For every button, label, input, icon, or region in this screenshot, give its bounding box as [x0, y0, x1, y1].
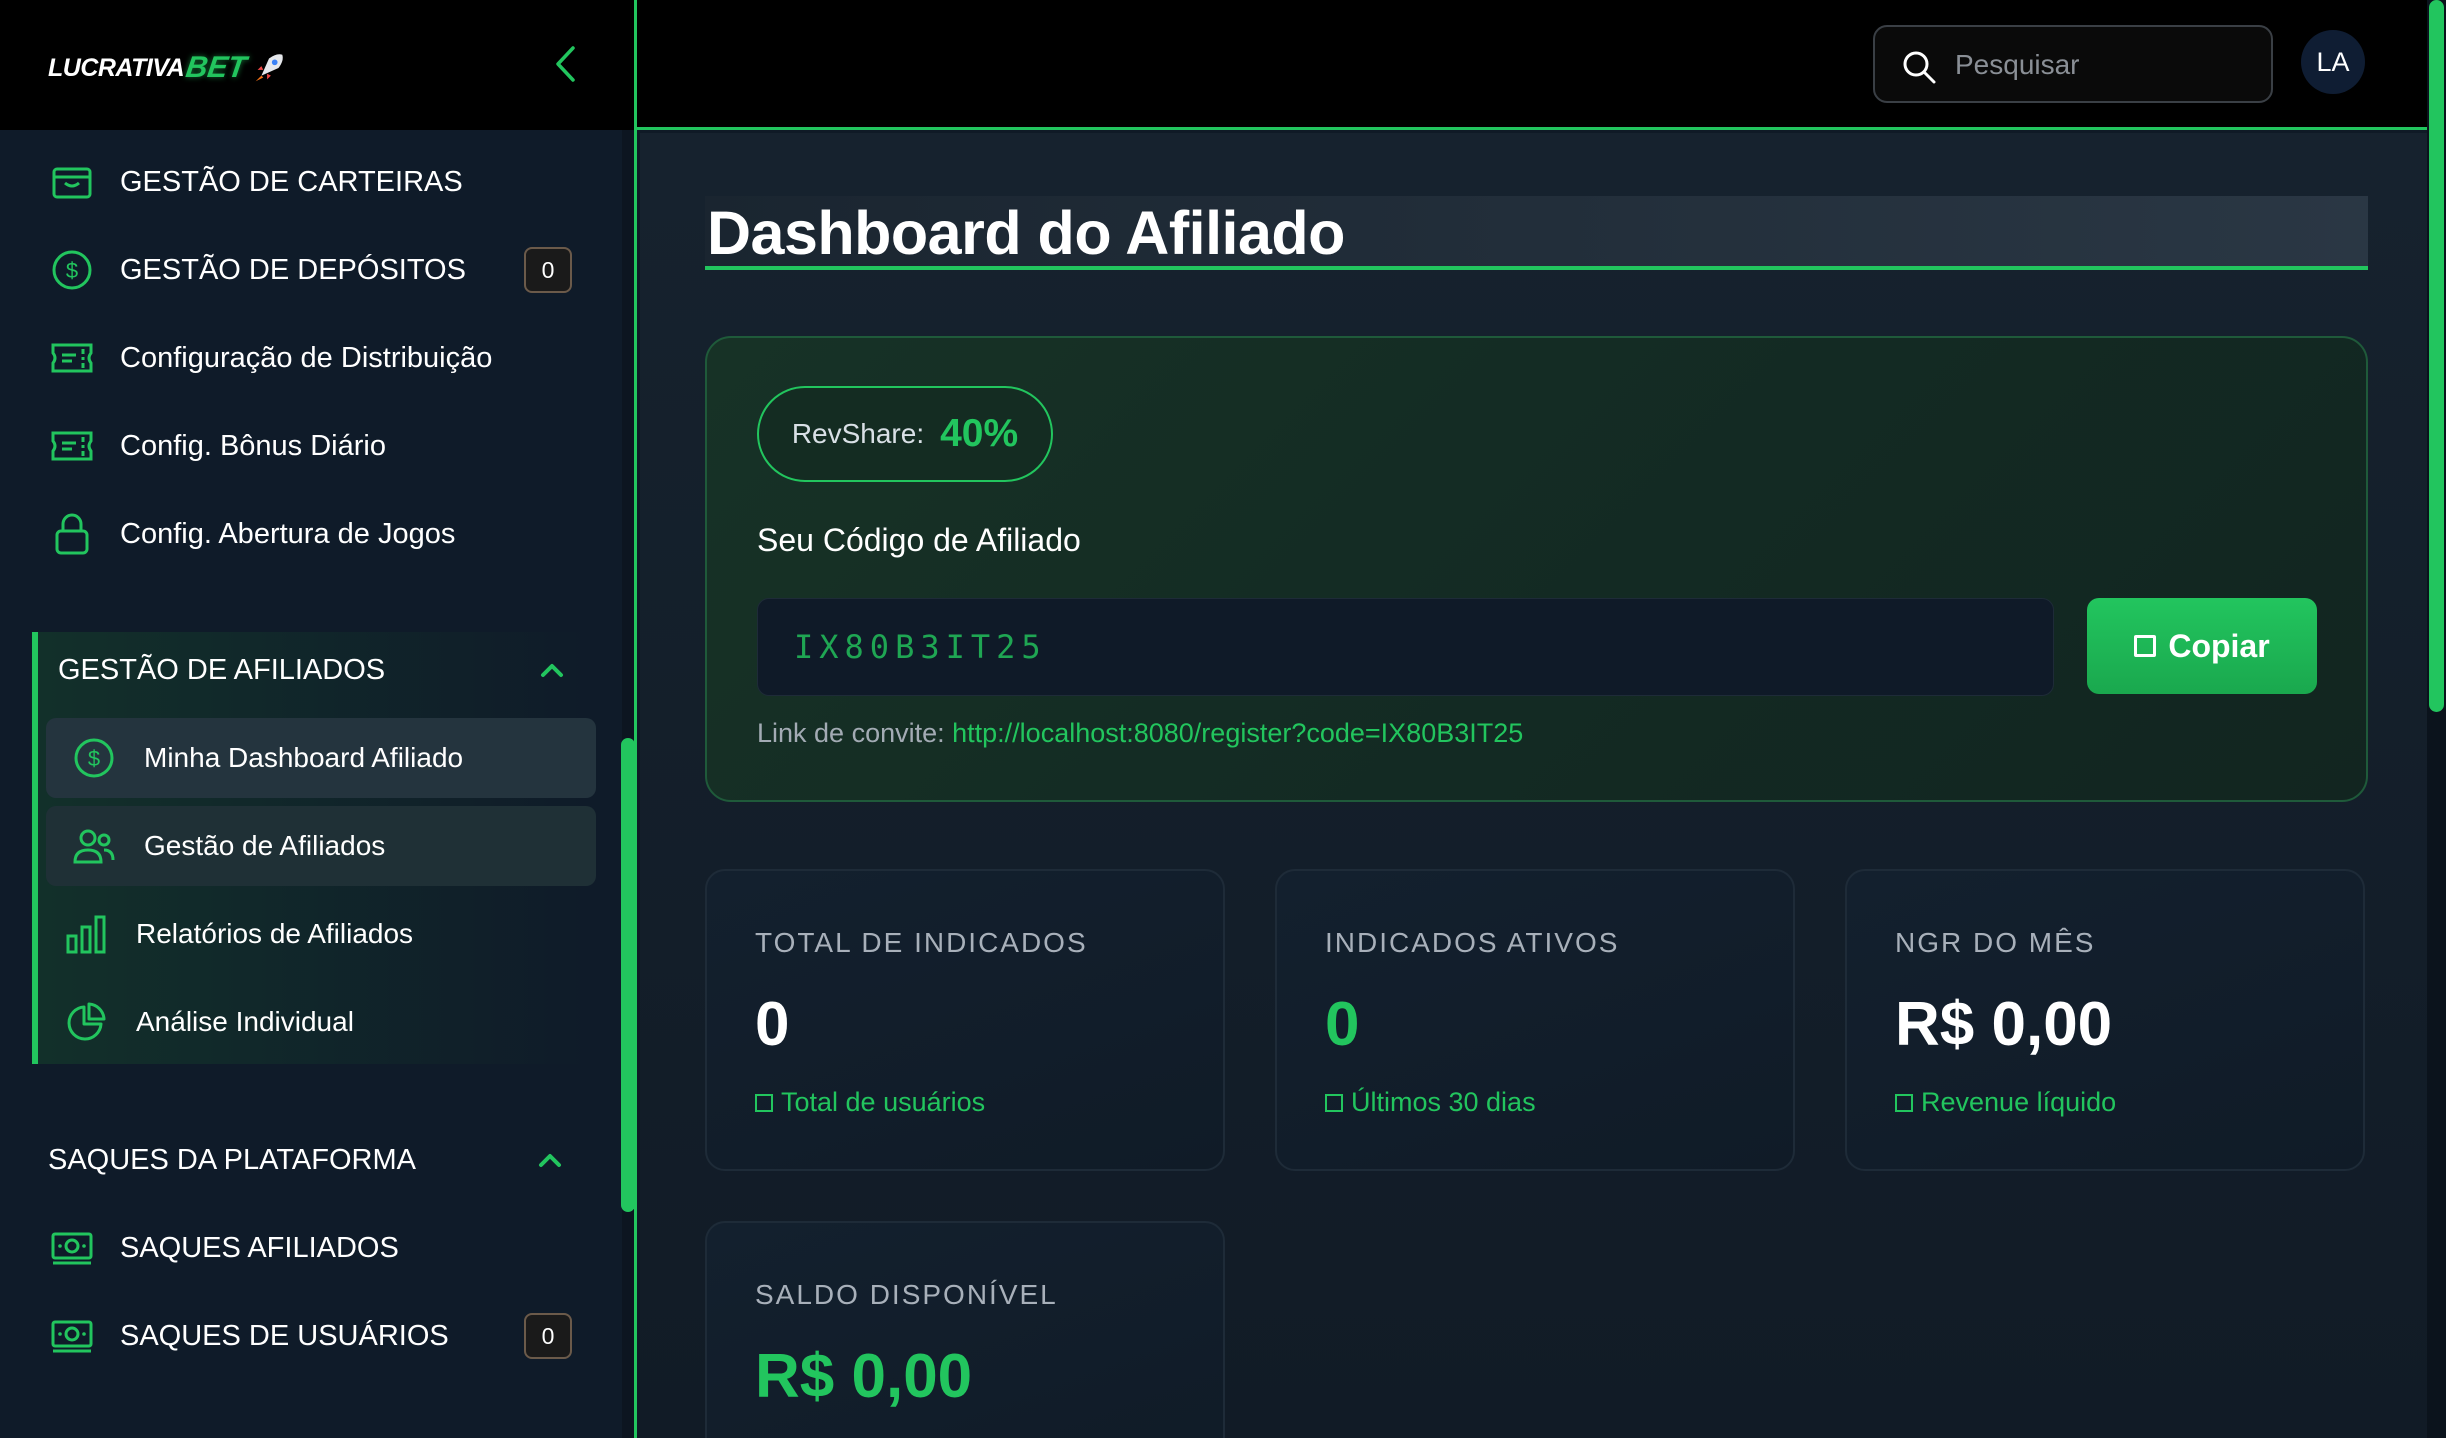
- sidebar-item-label: Análise Individual: [136, 1006, 354, 1037]
- stat-subtitle-text: Total de usuários: [781, 1087, 986, 1117]
- affiliates-group-header[interactable]: GESTÃO DE AFILIADOS: [38, 632, 588, 708]
- stat-card-total-indicados: TOTAL DE INDICADOS 0 Total de usuários: [705, 869, 1225, 1171]
- sidebar-item-gestao-afiliados[interactable]: Gestão de Afiliados: [46, 806, 596, 886]
- dollar-circle-icon: $: [72, 736, 116, 780]
- square-icon: [1325, 1093, 1343, 1112]
- stat-card-ngr-mes: NGR DO MÊS R$ 0,00 Revenue líquido: [1845, 869, 2365, 1171]
- stat-value: R$ 0,00: [1895, 990, 2113, 1059]
- affiliates-group: GESTÃO DE AFILIADOS $ Minha Dashboard Af…: [32, 632, 596, 1064]
- search-input[interactable]: [1955, 45, 2255, 85]
- invite-link[interactable]: http://localhost:8080/register?code=IX80…: [952, 718, 1523, 748]
- revshare-label: RevShare:: [791, 418, 925, 449]
- sidebar-item-label: Minha Dashboard Afiliado: [144, 742, 464, 773]
- sidebar-item-relatorios[interactable]: Relatórios de Afiliados: [46, 894, 596, 974]
- sidebar: LUCRATIVA BET GESTÃO DE CARTEIRAS $ GEST…: [0, 0, 637, 1438]
- stat-subtitle-text: Revenue líquido: [1921, 1087, 2117, 1117]
- sidebar-item-label: Configuração de Distribuição: [120, 341, 493, 374]
- sidebar-item-distribuicao[interactable]: Configuração de Distribuição: [0, 314, 600, 402]
- svg-text:$: $: [88, 746, 100, 771]
- chevron-up-icon: [539, 1154, 561, 1167]
- sidebar-item-depositos[interactable]: $ GESTÃO DE DEPÓSITOS 0: [0, 226, 600, 314]
- dollar-circle-icon: $: [50, 248, 94, 292]
- sidebar-item-saques-usuarios[interactable]: SAQUES DE USUÁRIOS 0: [0, 1292, 600, 1380]
- sidebar-item-label: SAQUES AFILIADOS: [120, 1231, 399, 1264]
- rocket-icon: [255, 54, 284, 82]
- withdrawals-section-title: SAQUES DA PLATAFORMA: [48, 1143, 416, 1176]
- affiliate-code-label: Seu Código de Afiliado: [757, 522, 1081, 558]
- sidebar-item-abertura-jogos[interactable]: Config. Abertura de Jogos: [0, 490, 600, 578]
- withdrawals-section-header[interactable]: SAQUES DA PLATAFORMA: [48, 1122, 588, 1198]
- sidebar-item-label: Gestão de Afiliados: [144, 830, 386, 861]
- logo-accent-text: BET: [183, 51, 249, 84]
- sidebar-item-bonus-diario[interactable]: Config. Bônus Diário: [0, 402, 600, 490]
- cash-icon: [50, 1314, 94, 1358]
- bar-chart-icon: [64, 912, 108, 956]
- square-icon: [1895, 1093, 1913, 1112]
- deposits-count-badge: 0: [524, 247, 572, 293]
- search-box[interactable]: [1873, 25, 2273, 103]
- sidebar-item-analise-individual[interactable]: Análise Individual: [46, 982, 596, 1062]
- svg-text:$: $: [66, 258, 78, 283]
- sidebar-item-carteiras[interactable]: GESTÃO DE CARTEIRAS: [0, 138, 600, 226]
- stat-value: 0: [1325, 990, 1360, 1059]
- sidebar-header: LUCRATIVA BET: [0, 0, 634, 130]
- copy-icon: [2134, 635, 2157, 657]
- invite-link-row: Link de convite: http://localhost:8080/r…: [757, 718, 1523, 749]
- sidebar-item-label: Config. Bônus Diário: [120, 429, 386, 462]
- ticket-icon: [50, 424, 94, 468]
- stat-value: R$ 0,00: [755, 1342, 973, 1411]
- stat-card-saldo-disponivel: SALDO DISPONÍVEL R$ 0,00: [705, 1221, 1225, 1438]
- square-icon: [755, 1093, 773, 1112]
- cash-icon: [50, 1226, 94, 1270]
- lock-icon: [50, 512, 94, 556]
- search-icon: [1903, 51, 1936, 84]
- page-title: Dashboard do Afiliado: [707, 199, 1345, 267]
- copy-button[interactable]: Copiar: [2087, 598, 2317, 694]
- sidebar-item-label: Relatórios de Afiliados: [136, 918, 414, 949]
- affiliates-group-title: GESTÃO DE AFILIADOS: [58, 653, 386, 686]
- sidebar-item-label: GESTÃO DE DEPÓSITOS: [120, 253, 466, 286]
- stat-label: SALDO DISPONÍVEL: [755, 1279, 1058, 1310]
- chevron-left-icon: [556, 46, 575, 82]
- stat-subtitle-text: Últimos 30 dias: [1351, 1087, 1536, 1117]
- sidebar-item-label: GESTÃO DE CARTEIRAS: [120, 165, 463, 198]
- stat-subtitle: Revenue líquido: [1895, 1087, 2116, 1118]
- user-avatar[interactable]: LA: [2301, 30, 2365, 94]
- copy-button-label: Copiar: [2168, 627, 2270, 664]
- brand-logo[interactable]: LUCRATIVA BET: [48, 44, 288, 92]
- top-header: LA: [637, 0, 2427, 130]
- affiliate-code-field[interactable]: IX80B3IT25: [757, 598, 2054, 696]
- chevron-up-icon: [541, 664, 563, 677]
- revshare-badge: RevShare: 40%: [757, 386, 1053, 482]
- stat-value: 0: [755, 990, 790, 1059]
- sidebar-item-label: Config. Abertura de Jogos: [120, 517, 456, 550]
- sidebar-item-minha-dashboard[interactable]: $ Minha Dashboard Afiliado: [46, 718, 596, 798]
- stat-subtitle: Total de usuários: [755, 1087, 985, 1118]
- sidebar-item-label: SAQUES DE USUÁRIOS: [120, 1319, 449, 1352]
- stat-subtitle: Últimos 30 dias: [1325, 1087, 1536, 1118]
- ticket-icon: [50, 336, 94, 380]
- revshare-value: 40%: [940, 412, 1019, 455]
- collapse-sidebar-button[interactable]: [548, 44, 582, 84]
- users-icon: [72, 824, 116, 868]
- main-scrollbar-thumb[interactable]: [2429, 0, 2444, 712]
- invite-label: Link de convite:: [757, 718, 945, 748]
- pie-chart-icon: [64, 1000, 108, 1044]
- stat-label: TOTAL DE INDICADOS: [755, 927, 1088, 958]
- wallet-icon: [50, 160, 94, 204]
- stat-card-indicados-ativos: INDICADOS ATIVOS 0 Últimos 30 dias: [1275, 869, 1795, 1171]
- logo-text: LUCRATIVA: [48, 53, 185, 82]
- withdrawals-count-badge: 0: [524, 1313, 572, 1359]
- stat-label: INDICADOS ATIVOS: [1325, 927, 1620, 958]
- sidebar-scrollbar-thumb[interactable]: [621, 738, 634, 1212]
- stat-label: NGR DO MÊS: [1895, 927, 2096, 958]
- main-content: Dashboard do Afiliado RevShare: 40% Seu …: [640, 133, 2427, 1438]
- affiliate-code-card: RevShare: 40% Seu Código de Afiliado IX8…: [705, 336, 2368, 802]
- sidebar-item-saques-afiliados[interactable]: SAQUES AFILIADOS: [0, 1204, 600, 1292]
